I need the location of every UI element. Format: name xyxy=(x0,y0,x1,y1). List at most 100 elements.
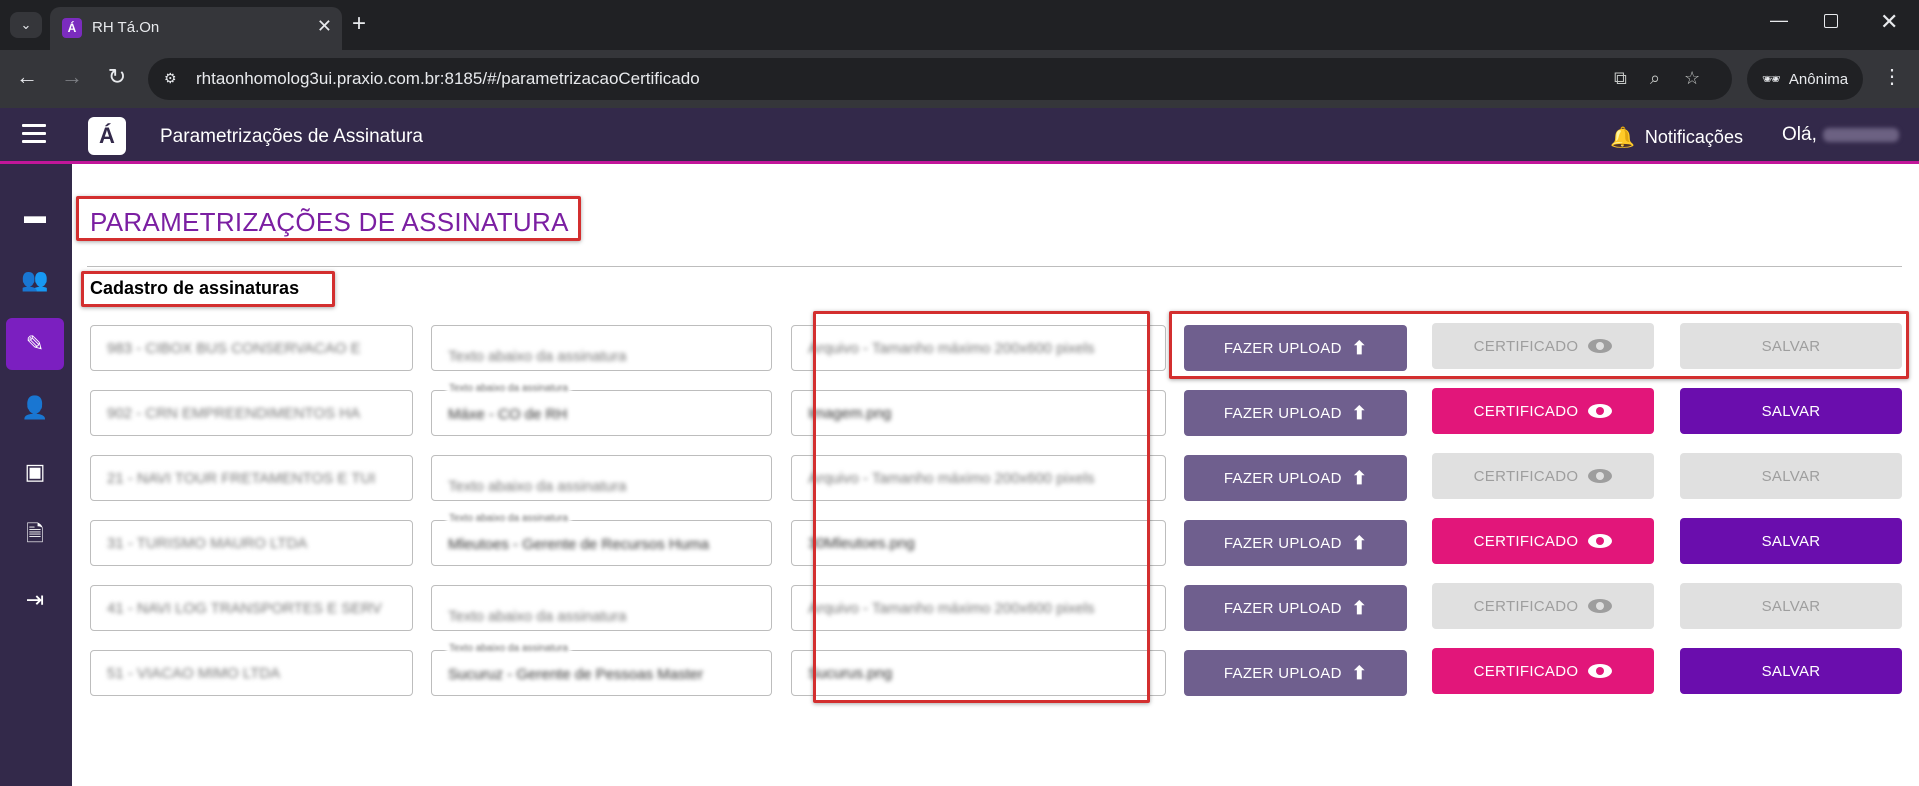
signature-text-field[interactable]: Texto abaixo da assinatura Máxe - CO de … xyxy=(431,383,772,436)
save-button[interactable]: SALVAR xyxy=(1680,648,1902,694)
upload-icon: ⬆ xyxy=(1351,402,1368,423)
forward-arrow-icon[interactable]: → xyxy=(57,64,87,90)
signature-text-field[interactable]: Texto abaixo da assinatura Mleutoes - Ge… xyxy=(431,513,772,566)
upload-button[interactable]: FAZER UPLOAD ⬆ xyxy=(1184,455,1407,501)
upload-label: FAZER UPLOAD xyxy=(1223,469,1342,487)
user-greeting[interactable]: Olá, xyxy=(1782,124,1899,146)
upload-button[interactable]: FAZER UPLOAD ⬆ xyxy=(1184,650,1407,696)
eye-icon xyxy=(1588,599,1613,613)
favicon-icon: Á xyxy=(62,18,82,38)
save-button[interactable]: SALVAR xyxy=(1680,453,1902,499)
company-value: 902 - CRN EMPREENDIMENTOS HA xyxy=(107,405,361,422)
eye-icon xyxy=(1588,469,1613,483)
tab-title: RH Tá.On xyxy=(92,19,160,36)
certificate-button[interactable]: CERTIFICADO xyxy=(1432,648,1654,694)
upload-icon: ⬆ xyxy=(1351,467,1368,488)
notifications-button[interactable]: 🔔 Notificações xyxy=(1610,125,1743,150)
signature-text-value: Texto abaixo da assinatura xyxy=(448,348,627,365)
signature-text-label: Texto abaixo da assinatura xyxy=(446,513,571,524)
company-value: 41 - NAVI LOG TRANSPORTES E SERV xyxy=(107,600,382,617)
blurred-username xyxy=(1822,127,1899,142)
certificate-button[interactable]: CERTIFICADO xyxy=(1432,518,1654,564)
certificate-button[interactable]: CERTIFICADO xyxy=(1432,583,1654,629)
chat-icon: ▬ xyxy=(24,203,46,228)
upload-button[interactable]: FAZER UPLOAD ⬆ xyxy=(1184,520,1407,566)
address-bar[interactable]: ⚙ rhtaonhomolog3ui.praxio.com.br:8185/#/… xyxy=(148,58,1732,100)
window-close-icon[interactable]: ✕ xyxy=(1880,9,1898,35)
sidebar-item-signatures[interactable]: ✎ xyxy=(6,318,64,370)
sidebar: ▬ 👥 ✎ 👤 ▣ 🗎 ⇥ xyxy=(0,164,72,786)
company-value: 983 - CIBOX BUS CONSERVACAO E xyxy=(107,340,361,357)
browser-tab-bar: ⌄ Á RH Tá.On ✕ + — ✕ xyxy=(0,0,1919,50)
upload-button[interactable]: FAZER UPLOAD ⬆ xyxy=(1184,585,1407,631)
sidebar-item-logout[interactable]: ⇥ xyxy=(6,574,64,626)
signature-text-field[interactable]: Texto abaixo da assinatura xyxy=(431,325,772,371)
upload-button[interactable]: FAZER UPLOAD ⬆ xyxy=(1184,390,1407,436)
menu-hamburger-icon[interactable] xyxy=(22,124,46,144)
sidebar-item-add-user[interactable]: 👤 xyxy=(6,382,64,434)
badge-icon: ▣ xyxy=(24,459,46,484)
company-value: 21 - NAVI TOUR FRETAMENTOS E TUI xyxy=(107,470,376,487)
incognito-indicator[interactable]: 🕶 Anônima xyxy=(1747,58,1863,100)
signature-text-value: Texto abaixo da assinatura xyxy=(448,608,627,625)
zoom-icon[interactable]: ⌕ xyxy=(1650,68,1660,89)
browser-menu-icon[interactable]: ⋮ xyxy=(1882,64,1902,89)
signature-text-label: Texto abaixo da assinatura xyxy=(446,383,571,394)
eye-icon xyxy=(1588,404,1613,418)
company-field[interactable]: 902 - CRN EMPREENDIMENTOS HA xyxy=(90,390,413,436)
sidebar-item-documents[interactable]: 🗎 xyxy=(6,510,64,562)
company-field[interactable]: 983 - CIBOX BUS CONSERVACAO E xyxy=(90,325,413,371)
highlight-action-buttons xyxy=(1169,311,1909,379)
browser-tab[interactable]: Á RH Tá.On ✕ xyxy=(50,7,342,50)
company-field[interactable]: 41 - NAVI LOG TRANSPORTES E SERV xyxy=(90,585,413,631)
restore-icon[interactable] xyxy=(1824,14,1838,28)
company-field[interactable]: 51 - VIACAO MIMO LTDA xyxy=(90,650,413,696)
certificate-label: CERTIFICADO xyxy=(1473,402,1579,420)
url-text[interactable]: rhtaonhomolog3ui.praxio.com.br:8185/#/pa… xyxy=(196,69,700,89)
incognito-label: Anônima xyxy=(1788,70,1849,88)
signature-text-field[interactable]: Texto abaixo da assinatura xyxy=(431,585,772,631)
signature-text-value: Mleutoes - Gerente de Recursos Huma xyxy=(448,536,709,553)
reload-icon[interactable]: ↻ xyxy=(102,64,132,90)
document-icon: 🗎 xyxy=(26,521,44,546)
bookmark-star-icon[interactable]: ☆ xyxy=(1684,68,1700,89)
signature-text-value: Texto abaixo da assinatura xyxy=(448,478,627,495)
upload-icon: ⬆ xyxy=(1351,662,1368,683)
certificate-button[interactable]: CERTIFICADO xyxy=(1432,453,1654,499)
certificate-label: CERTIFICADO xyxy=(1473,597,1579,615)
page-title: PARAMETRIZAÇÕES DE ASSINATURA xyxy=(90,207,569,237)
company-value: 51 - VIACAO MIMO LTDA xyxy=(107,665,281,682)
new-tab-button[interactable]: + xyxy=(352,10,366,38)
back-arrow-icon[interactable]: ← xyxy=(12,64,42,90)
signature-text-value: Sucuruz - Gerente de Pessoas Master xyxy=(448,666,704,683)
company-field[interactable]: 31 - TURISMO MAURO LTDA xyxy=(90,520,413,566)
translate-icon[interactable]: ⧉ xyxy=(1614,68,1627,89)
save-button[interactable]: SALVAR xyxy=(1680,583,1902,629)
company-field[interactable]: 21 - NAVI TOUR FRETAMENTOS E TUI xyxy=(90,455,413,501)
certificate-button[interactable]: CERTIFICADO xyxy=(1432,388,1654,434)
upload-label: FAZER UPLOAD xyxy=(1223,404,1342,422)
close-tab-icon[interactable]: ✕ xyxy=(317,16,332,37)
logout-icon: ⇥ xyxy=(25,587,45,612)
certificate-label: CERTIFICADO xyxy=(1473,532,1579,550)
sidebar-item-badge[interactable]: ▣ xyxy=(6,446,64,498)
site-settings-icon[interactable]: ⚙ xyxy=(164,70,177,87)
signature-text-label: Texto abaixo da assinatura xyxy=(446,643,571,654)
upload-icon: ⬆ xyxy=(1351,597,1368,618)
certificate-label: CERTIFICADO xyxy=(1473,662,1579,680)
signature-text-value: Máxe - CO de RH xyxy=(448,406,568,423)
sidebar-item-users-search[interactable]: 👥 xyxy=(6,254,64,306)
save-label: SALVAR xyxy=(1761,532,1821,550)
save-label: SALVAR xyxy=(1761,662,1821,680)
save-label: SALVAR xyxy=(1761,467,1821,485)
save-button[interactable]: SALVAR xyxy=(1680,388,1902,434)
app-logo: Á xyxy=(88,117,126,155)
signature-text-field[interactable]: Texto abaixo da assinatura xyxy=(431,455,772,501)
save-label: SALVAR xyxy=(1761,597,1821,615)
tab-search-button[interactable]: ⌄ xyxy=(10,12,42,38)
sidebar-item-chat[interactable]: ▬ xyxy=(6,190,64,242)
minimize-icon[interactable]: — xyxy=(1770,10,1788,31)
signature-text-field[interactable]: Texto abaixo da assinatura Sucuruz - Ger… xyxy=(431,643,772,696)
save-button[interactable]: SALVAR xyxy=(1680,518,1902,564)
upload-icon: ⬆ xyxy=(1351,532,1368,553)
